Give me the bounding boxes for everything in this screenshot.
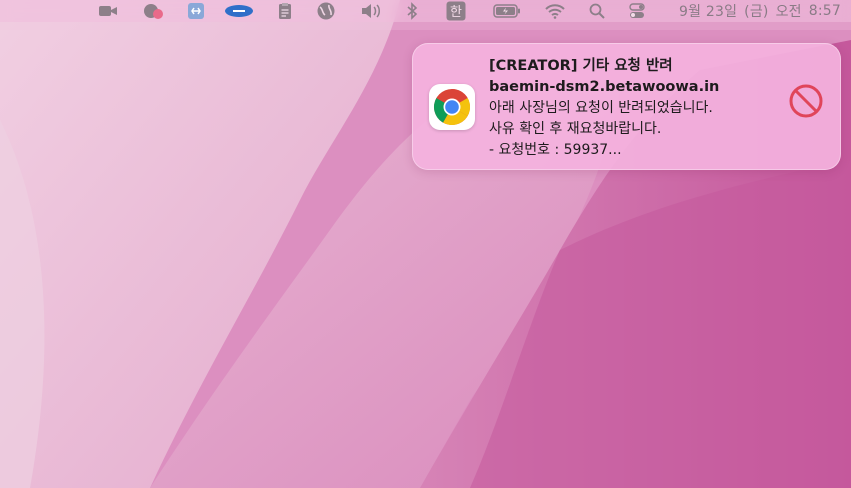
notification-body-line: 아래 사장님의 요청이 반려되었습니다. [489, 100, 713, 116]
notification-banner[interactable]: [CREATOR] 기타 요청 반려 baemin-dsm2.betawoowa… [412, 43, 841, 170]
search-icon[interactable] [588, 0, 606, 22]
notification-subtitle: baemin-dsm2.betawoowa.in [489, 79, 720, 95]
notification-content: [CREATOR] 기타 요청 반려 baemin-dsm2.betawoowa… [489, 56, 779, 161]
chrome-icon [429, 84, 475, 130]
control-center-icon[interactable] [627, 0, 647, 22]
clock-ampm: 오전 [775, 4, 802, 20]
battery-icon[interactable] [492, 0, 522, 22]
menubar-clock[interactable]: 9월 23일 (금) 오전 8:57 [679, 0, 841, 22]
notification-body-line: 사유 확인 후 재요청바랍니다. [489, 121, 662, 137]
clock-weekday: (금) [744, 4, 769, 20]
notification-badge-icon[interactable] [141, 0, 165, 22]
korean-input-icon[interactable]: 한 [445, 0, 467, 22]
clock-time: 8:57 [808, 3, 841, 19]
desktop: 한 9월 23일 (금) 오전 8:57 [CREATOR] 기타 요청 반려 … [0, 0, 851, 488]
volume-icon[interactable] [359, 0, 383, 22]
prohibited-icon[interactable] [788, 83, 824, 119]
clock-date: 9월 23일 [679, 4, 738, 20]
notification-title: [CREATOR] 기타 요청 반려 [489, 58, 673, 74]
vpn-icon[interactable] [223, 0, 255, 22]
globe-icon[interactable] [315, 0, 337, 22]
clipboard-icon[interactable] [276, 0, 294, 22]
bluetooth-icon[interactable] [404, 0, 420, 22]
notification-body-line: - 요청번호 : 59937... [489, 142, 622, 158]
wifi-icon[interactable] [543, 0, 567, 22]
teamviewer-icon[interactable] [186, 0, 206, 22]
zoom-icon[interactable] [97, 0, 119, 22]
korean-input-label: 한 [450, 5, 462, 20]
menu-bar: 한 9월 23일 (금) 오전 8:57 [0, 0, 851, 22]
